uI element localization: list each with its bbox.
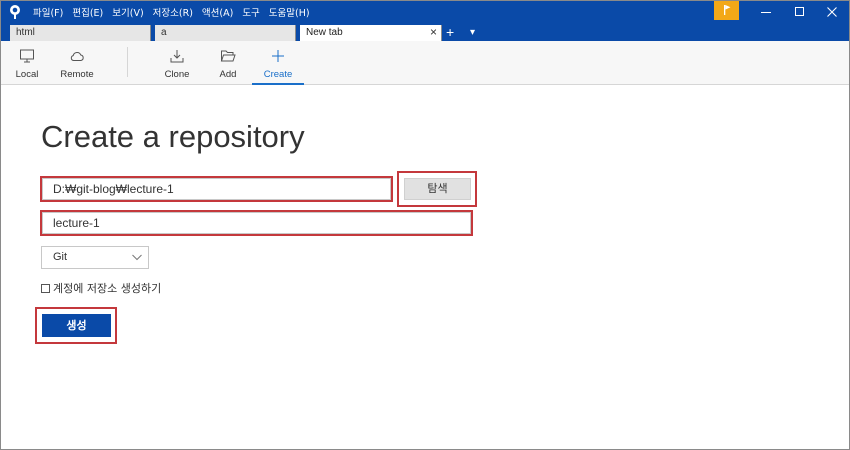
local-button[interactable]: Local xyxy=(1,41,53,85)
local-label: Local xyxy=(15,69,39,80)
tab-a[interactable]: a xyxy=(155,25,296,41)
app-window: 파일(F) 편집(E) 보기(V) 저장소(R) 액션(A) 도구 도움말(H)… xyxy=(0,0,850,450)
create-label: Create xyxy=(263,69,293,80)
tab-list-dropdown-icon[interactable]: ▾ xyxy=(470,26,475,40)
account-repo-option: 계정에 저장소 생성하기 xyxy=(41,281,161,295)
tab-html[interactable]: html xyxy=(10,25,151,41)
sourcetree-logo-icon xyxy=(10,5,20,19)
menu-edit[interactable]: 편집(E) xyxy=(72,5,103,19)
plus-icon xyxy=(272,50,284,62)
browse-highlight-box xyxy=(397,171,477,207)
tab-label: New tab xyxy=(306,27,343,38)
notification-flag-button[interactable] xyxy=(714,1,739,20)
toolbar-divider xyxy=(127,47,128,77)
create-tab-button[interactable]: Create xyxy=(252,41,304,85)
tab-label: a xyxy=(161,27,167,38)
page-title: Create a repository xyxy=(41,119,305,154)
chevron-down-icon xyxy=(132,254,142,261)
minimize-button[interactable] xyxy=(749,1,783,23)
name-highlight-box xyxy=(40,210,473,236)
repository-type-select[interactable]: Git xyxy=(41,246,149,269)
tab-close-icon[interactable]: × xyxy=(430,25,437,40)
close-window-button[interactable] xyxy=(815,1,849,23)
download-icon xyxy=(170,50,184,63)
flag-icon xyxy=(724,5,731,15)
add-button[interactable]: Add xyxy=(202,41,254,85)
create-highlight-box xyxy=(35,307,117,344)
tab-strip: html a New tab × + ▾ xyxy=(1,23,849,41)
menu-file[interactable]: 파일(F) xyxy=(33,5,63,19)
close-icon xyxy=(827,7,837,17)
cloud-icon xyxy=(70,52,84,61)
menu-bar: 파일(F) 편집(E) 보기(V) 저장소(R) 액션(A) 도구 도움말(H) xyxy=(33,1,319,23)
add-label: Add xyxy=(219,69,237,80)
maximize-button[interactable] xyxy=(783,1,817,23)
title-bar: 파일(F) 편집(E) 보기(V) 저장소(R) 액션(A) 도구 도움말(H) xyxy=(1,1,849,23)
remote-label: Remote xyxy=(60,69,94,80)
remote-button[interactable]: Remote xyxy=(51,41,103,85)
folder-open-icon xyxy=(220,50,236,62)
menu-repository[interactable]: 저장소(R) xyxy=(153,5,193,19)
toolbar: Local Remote Clone Add Create xyxy=(1,41,849,85)
tab-label: html xyxy=(16,27,35,38)
path-highlight-box xyxy=(40,176,393,202)
menu-tools[interactable]: 도구 xyxy=(242,5,259,19)
maximize-icon xyxy=(795,7,804,16)
monitor-icon xyxy=(20,49,34,63)
repository-type-value: Git xyxy=(53,251,68,263)
minimize-icon xyxy=(761,12,771,13)
menu-help[interactable]: 도움말(H) xyxy=(269,5,310,19)
account-repo-label: 계정에 저장소 생성하기 xyxy=(53,282,162,295)
clone-button[interactable]: Clone xyxy=(151,41,203,85)
new-tab-button[interactable]: + xyxy=(446,25,454,39)
menu-view[interactable]: 보기(V) xyxy=(112,5,143,19)
tab-new-tab[interactable]: New tab × xyxy=(300,25,442,41)
account-repo-checkbox[interactable] xyxy=(41,283,50,293)
clone-label: Clone xyxy=(164,69,190,80)
menu-actions[interactable]: 액션(A) xyxy=(202,5,233,19)
